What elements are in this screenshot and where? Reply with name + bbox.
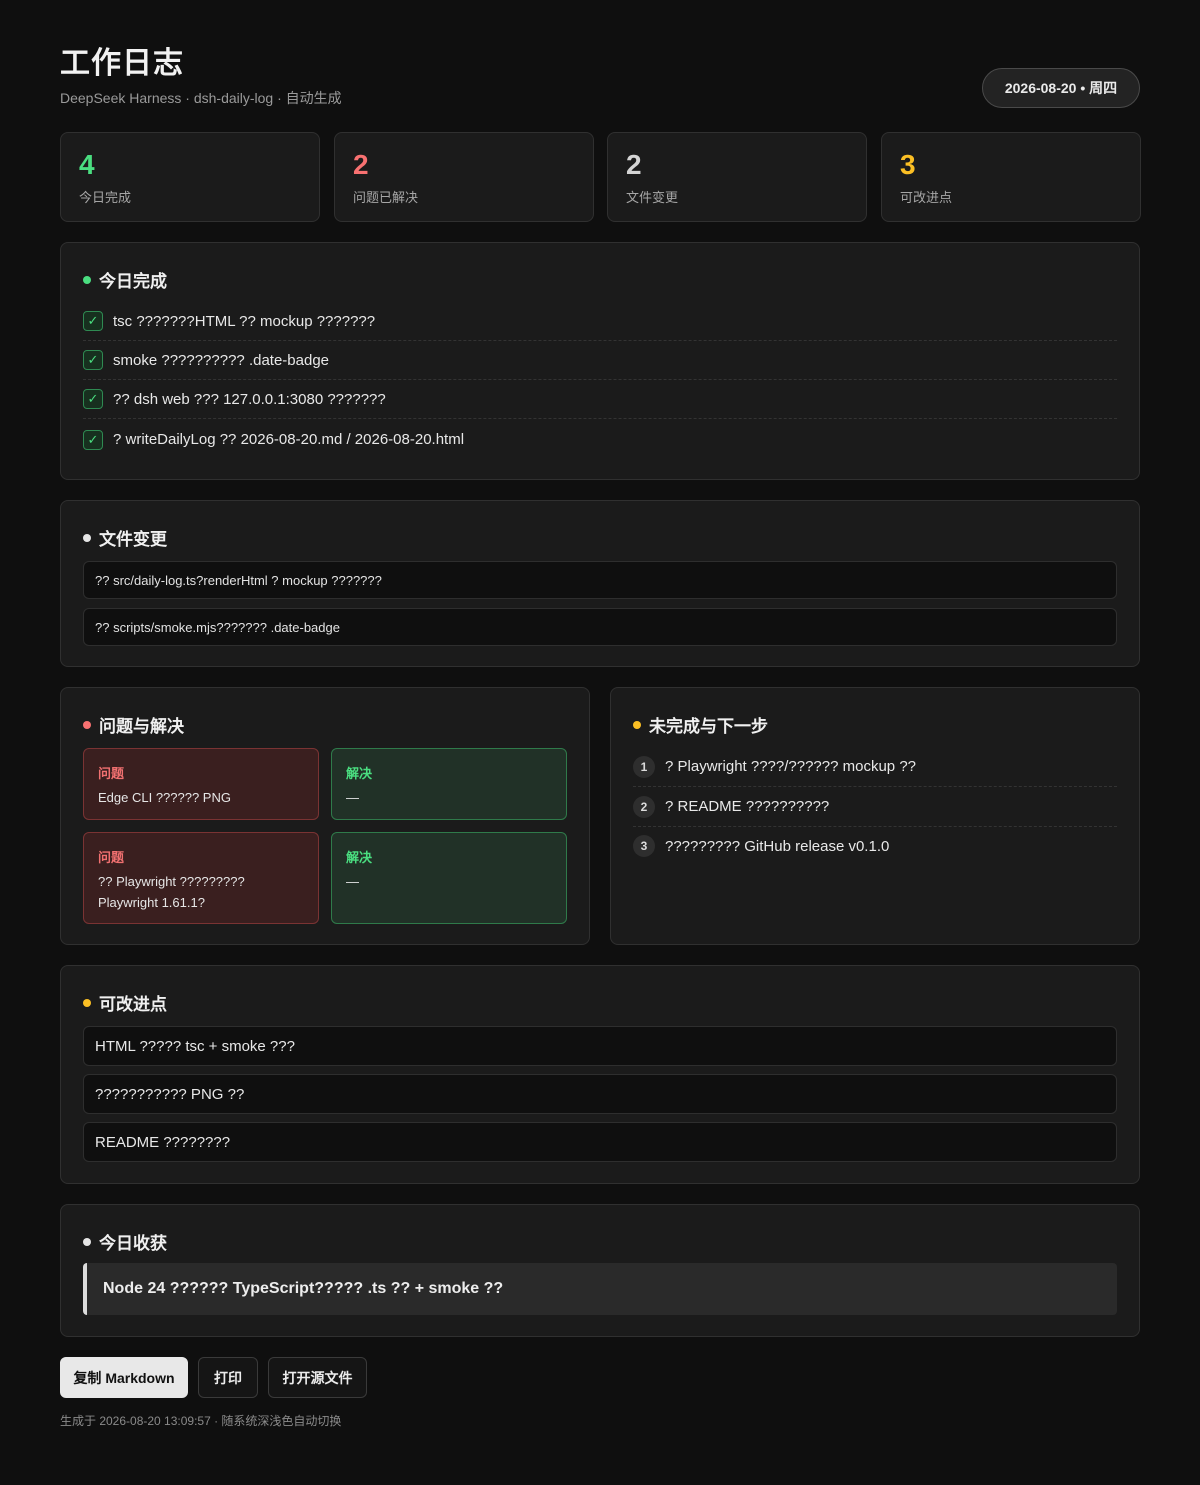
panel-title-text: 未完成与下一步 bbox=[649, 717, 768, 736]
file-item: ?? src/daily-log.ts?renderHtml ? mockup … bbox=[83, 561, 1117, 599]
problem-text: ?? Playwright ????????? Playwright 1.61.… bbox=[98, 874, 245, 910]
done-item-text: tsc ???????HTML ?? mockup ??????? bbox=[113, 312, 376, 330]
status-dot-icon bbox=[83, 1237, 91, 1246]
improve-item: README ???????? bbox=[83, 1122, 1117, 1162]
issues-panel: 问题与解决 问题 Edge CLI ?????? PNG 解决 — 问题 ?? … bbox=[60, 687, 590, 945]
status-dot-icon bbox=[83, 998, 91, 1007]
learned-quote: Node 24 ?????? TypeScript????? .ts ?? + … bbox=[83, 1263, 1117, 1315]
page-title: 工作日志 bbox=[60, 47, 184, 80]
daily-log-page: 工作日志 DeepSeek Harness · dsh-daily-log · … bbox=[0, 0, 1200, 1485]
done-item: ✓ ? writeDailyLog ?? 2026-08-20.md / 202… bbox=[83, 420, 1117, 459]
done-panel: 今日完成 ✓ tsc ???????HTML ?? mockup ???????… bbox=[60, 242, 1140, 480]
solution-card: 解决 — bbox=[331, 748, 567, 820]
copy-markdown-button[interactable]: 复制 Markdown bbox=[60, 1357, 188, 1398]
step-number: 3 bbox=[633, 835, 655, 857]
date-badge: 2026-08-20 • 周四 bbox=[982, 68, 1140, 108]
problem-card: 问题 Edge CLI ?????? PNG bbox=[83, 748, 319, 820]
panel-title-text: 今日收获 bbox=[99, 1234, 167, 1253]
problem-tag: 问题 bbox=[98, 766, 125, 781]
stat-label: 文件变更 bbox=[626, 190, 679, 205]
status-dot-icon bbox=[83, 533, 91, 542]
improve-panel-title: 可改进点 bbox=[83, 990, 167, 1015]
page-subtitle: DeepSeek Harness · dsh-daily-log · 自动生成 bbox=[60, 90, 342, 106]
stat-value: 4 bbox=[79, 149, 95, 180]
panel-title-text: 文件变更 bbox=[99, 530, 167, 549]
status-dot-icon bbox=[83, 275, 91, 284]
done-item-text: ?? dsh web ??? 127.0.0.1:3080 ??????? bbox=[113, 390, 386, 408]
status-dot-icon bbox=[83, 720, 91, 729]
panel-title-text: 可改进点 bbox=[99, 995, 167, 1014]
improve-panel: 可改进点 HTML ????? tsc + smoke ??? ????????… bbox=[60, 965, 1140, 1184]
next-step-item: 1 ? Playwright ????/?????? mockup ?? bbox=[633, 747, 1117, 787]
problem-card: 问题 ?? Playwright ????????? Playwright 1.… bbox=[83, 832, 319, 924]
next-panel-title: 未完成与下一步 bbox=[633, 712, 768, 737]
stat-value: 2 bbox=[626, 149, 642, 180]
stat-label: 问题已解决 bbox=[353, 190, 419, 205]
done-panel-title: 今日完成 bbox=[83, 267, 167, 292]
solution-text: — bbox=[346, 790, 359, 805]
checkmark-icon: ✓ bbox=[83, 429, 103, 450]
next-step-item: 3 ????????? GitHub release v0.1.0 bbox=[633, 826, 1117, 866]
files-panel-title: 文件变更 bbox=[83, 525, 167, 550]
stat-card-files: 2 文件变更 bbox=[607, 132, 867, 222]
stat-card-issues: 2 问题已解决 bbox=[334, 132, 594, 222]
next-step-text: ? README ?????????? bbox=[665, 798, 830, 815]
problem-text: Edge CLI ?????? PNG bbox=[98, 790, 231, 805]
done-item-text: smoke ?????????? .date-badge bbox=[113, 351, 330, 369]
step-number: 2 bbox=[633, 795, 655, 818]
learned-panel: 今日收获 Node 24 ?????? TypeScript????? .ts … bbox=[60, 1204, 1140, 1337]
next-step-text: ????????? GitHub release v0.1.0 bbox=[665, 837, 890, 855]
done-item: ✓ smoke ?????????? .date-badge bbox=[83, 341, 1117, 380]
improve-item: ??????????? PNG ?? bbox=[83, 1074, 1117, 1114]
file-item: ?? scripts/smoke.mjs??????? .date-badge bbox=[83, 608, 1117, 646]
stat-value: 2 bbox=[353, 149, 369, 180]
print-button[interactable]: 打印 bbox=[198, 1357, 258, 1398]
checkmark-icon: ✓ bbox=[83, 350, 103, 370]
next-steps-panel: 未完成与下一步 1 ? Playwright ????/?????? mocku… bbox=[610, 687, 1140, 945]
issues-panel-title: 问题与解决 bbox=[83, 712, 184, 737]
stat-label: 可改进点 bbox=[900, 190, 953, 205]
stat-card-improve: 3 可改进点 bbox=[881, 132, 1141, 222]
done-item-text: ? writeDailyLog ?? 2026-08-20.md / 2026-… bbox=[113, 431, 465, 448]
solution-tag: 解决 bbox=[346, 850, 373, 865]
solution-text: — bbox=[346, 874, 359, 889]
done-item: ✓ tsc ???????HTML ?? mockup ??????? bbox=[83, 302, 1117, 341]
learned-panel-title: 今日收获 bbox=[83, 1229, 167, 1254]
done-item: ✓ ?? dsh web ??? 127.0.0.1:3080 ??????? bbox=[83, 380, 1117, 419]
open-source-file-button[interactable]: 打开源文件 bbox=[268, 1357, 367, 1398]
panel-title-text: 今日完成 bbox=[99, 272, 167, 291]
files-panel: 文件变更 ?? src/daily-log.ts?renderHtml ? mo… bbox=[60, 500, 1140, 667]
checkmark-icon: ✓ bbox=[83, 389, 103, 409]
stat-value: 3 bbox=[900, 149, 916, 180]
next-step-item: 2 ? README ?????????? bbox=[633, 787, 1117, 827]
stat-label: 今日完成 bbox=[79, 190, 132, 205]
panel-title-text: 问题与解决 bbox=[99, 717, 184, 736]
stat-card-done: 4 今日完成 bbox=[60, 132, 320, 222]
checkmark-icon: ✓ bbox=[83, 311, 103, 331]
status-dot-icon bbox=[633, 720, 641, 729]
footer-text: 生成于 2026-08-20 13:09:57 · 随系统深浅色自动切换 bbox=[60, 1414, 342, 1428]
problem-tag: 问题 bbox=[98, 850, 125, 865]
improve-item: HTML ????? tsc + smoke ??? bbox=[83, 1026, 1117, 1066]
solution-card: 解决 — bbox=[331, 832, 567, 924]
next-step-text: ? Playwright ????/?????? mockup ?? bbox=[665, 758, 917, 775]
step-number: 1 bbox=[633, 755, 655, 778]
solution-tag: 解决 bbox=[346, 766, 373, 781]
